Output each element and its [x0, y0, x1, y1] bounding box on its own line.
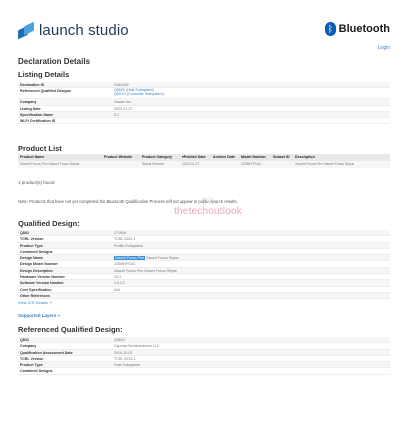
product-count: 1 product(s) found	[18, 180, 55, 185]
referenced-design-table: QDID Q5620 Company Cypress Semiconductor L…	[18, 337, 390, 375]
column-header[interactable]: Description	[293, 154, 390, 161]
logo-text: launch studio	[39, 22, 129, 39]
column-header[interactable]: Product Website	[102, 154, 140, 161]
product-list-heading: Product List	[18, 144, 62, 153]
referenced-design-heading: Referenced Qualified Design:	[18, 325, 123, 334]
table-row: Combined Designs	[18, 368, 390, 375]
bluetooth-icon: ᛒ	[324, 22, 336, 36]
column-header[interactable]: Product Name	[18, 154, 102, 161]
qualified-design-heading: Qualified Design:	[18, 219, 80, 228]
listing-details-table: Declaration ID D061900 Referenced Qualifi…	[18, 82, 390, 125]
highlighted-text: Xiaomi Focus Pen	[114, 256, 146, 261]
table-row: Other References	[18, 292, 390, 300]
column-header[interactable]: Model Number	[239, 154, 271, 161]
signal-icon: ((·))	[202, 198, 214, 205]
watermark-text: thetechoutlook	[174, 206, 242, 217]
column-header[interactable]: Subset ID	[271, 154, 293, 161]
column-header[interactable]: Archive Date	[211, 154, 239, 161]
column-header[interactable]: Product Category	[140, 154, 180, 161]
supported-layers-link[interactable]: Supported Layers »	[18, 313, 60, 318]
watermark: ((·)) thetechoutlook	[152, 198, 264, 220]
page-title: Declaration Details	[18, 57, 91, 66]
launch-studio-logo[interactable]: launch studio	[18, 21, 129, 39]
site-header: launch studio ᛒ Bluetooth	[18, 21, 390, 44]
bluetooth-text: Bluetooth	[338, 23, 390, 35]
qdid-link[interactable]: Q5620	[114, 337, 125, 342]
qd-link[interactable]: Q5XXX (Controller Subsystem)	[114, 92, 164, 96]
table-header: Product Name Product Website Product Cat…	[18, 154, 390, 161]
product-list-table: Product Name Product Website Product Cat…	[18, 154, 390, 168]
table-row: Xiaomi Focus Pen Xiaomi Focus Stylus Sty…	[18, 161, 390, 168]
login-link[interactable]: Login	[378, 45, 390, 51]
view-ics-details-link[interactable]: View ICS Details ↗	[18, 300, 52, 305]
table-row: Wi-Fi Certification ID	[18, 118, 390, 125]
listing-details-heading: Listing Details	[18, 70, 70, 79]
column-header[interactable]: ▾Publish Date	[180, 154, 211, 161]
bluetooth-logo: ᛒ Bluetooth	[324, 22, 390, 36]
table-row: Referenced Qualified Designs Q5620 (Host …	[18, 88, 390, 100]
launch-studio-icon	[18, 21, 35, 39]
qualified-design-table: QDID 271846 TCRL Version TCRL 2022-1 Produ…	[18, 230, 390, 300]
